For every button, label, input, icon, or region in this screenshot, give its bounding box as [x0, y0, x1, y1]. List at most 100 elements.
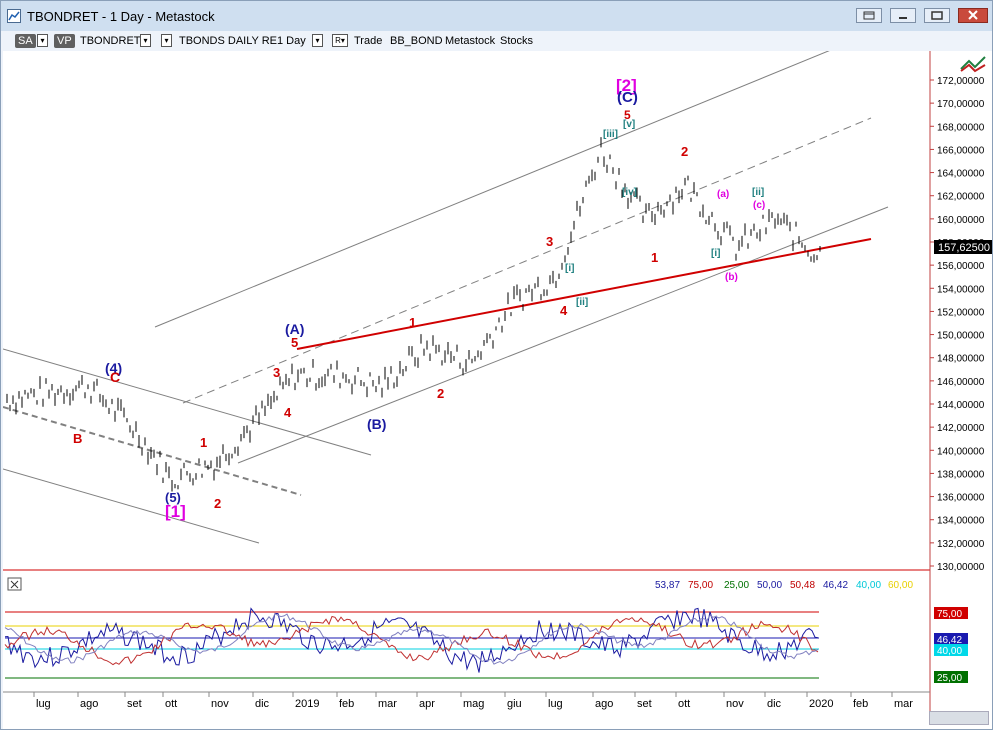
time-tick-label: dic [767, 698, 782, 710]
indicator-legend-value: 50,00 [757, 580, 782, 591]
time-tick-label: lug [548, 698, 563, 710]
price-tick-label: 138,00000 [937, 469, 985, 480]
wave-label: [ii] [576, 297, 588, 308]
wave-label: 5 [291, 335, 298, 350]
price-tick-label: 156,00000 [937, 261, 985, 272]
time-tick-label: set [127, 698, 142, 710]
wave-label: [v] [623, 119, 635, 130]
price-tick-label: 160,00000 [937, 215, 985, 226]
period-dropdown[interactable]: ▾ [312, 34, 323, 47]
time-tick-label: nov [211, 698, 229, 710]
restore-layout-button[interactable] [856, 8, 882, 23]
indicator-axis-label: 25,00 [937, 673, 962, 684]
wave-labels: (4)CB 1(5)[1] 2(A)534(B)123[i]4[ii][2](C)5… [73, 76, 765, 521]
price-tick-label: 154,00000 [937, 284, 985, 295]
time-tick-label: mar [378, 698, 397, 710]
wave-label: 2 [214, 496, 221, 511]
time-tick-label: feb [339, 698, 354, 710]
wave-label: [1] [165, 502, 186, 521]
price-tick-label: 166,00000 [937, 145, 985, 156]
wave-label: B [73, 431, 82, 446]
trend-tool-icon[interactable] [960, 56, 986, 73]
wave-label: 2 [437, 386, 444, 401]
time-tick-label: lug [36, 698, 51, 710]
wave-label: (C) [617, 89, 638, 106]
price-tick-label: 142,00000 [937, 423, 985, 434]
price-tick-label: 136,00000 [937, 493, 985, 504]
indicator-legend-value: 60,00 [888, 580, 913, 591]
sa-dropdown[interactable]: ▾ [37, 34, 48, 47]
chart-toolbar: SA ▾ VP TBONDRET ▾ ▾ TBONDS DAILY RE 1 D… [1, 31, 992, 51]
wave-label: 4 [284, 405, 292, 420]
channel-lower-line [237, 206, 889, 464]
horizontal-scrollbar[interactable] [929, 711, 989, 725]
price-tick-label: 148,00000 [937, 354, 985, 365]
wave-label: 4 [560, 303, 568, 318]
price-tick-label: 164,00000 [937, 169, 985, 180]
price-tick-label: 134,00000 [937, 516, 985, 527]
close-icon [968, 10, 978, 20]
wave-label: 2 [681, 144, 688, 159]
time-tick-label: ott [165, 698, 177, 710]
chart-area[interactable]: (4) C B 1 (5) [1] 2 (A) 5 3 4 (B) 1 2 3 [i] 4 [ii] [2] (C) 5… [2, 44, 992, 729]
period-label: 1 Day [277, 35, 306, 47]
price-tick-label: 172,00000 [937, 76, 985, 87]
wave-label: [ii] [752, 187, 764, 198]
oscillator-lines [4, 607, 819, 673]
wave-label: 1 [200, 435, 207, 450]
wave-label: (b) [725, 272, 738, 283]
time-tick-label: ago [595, 698, 613, 710]
symbol-label: TBONDRET [80, 35, 141, 47]
price-tick-label: 162,00000 [937, 192, 985, 203]
price-tick-label: 130,00000 [937, 562, 985, 573]
sa-button[interactable]: SA [15, 34, 36, 48]
maximize-icon [931, 11, 943, 20]
indicator-legend-value: 75,00 [688, 580, 713, 591]
security-name: TBONDS DAILY RE [179, 35, 278, 47]
time-tick-label: mag [463, 698, 484, 710]
wave-label: 1 [409, 315, 416, 330]
price-tick-label: 132,00000 [937, 539, 985, 550]
time-tick-label: ott [678, 698, 690, 710]
close-button[interactable] [958, 8, 988, 23]
indicator-legend-value: 40,00 [856, 580, 881, 591]
wave-label: [i] [565, 263, 574, 274]
time-tick-label: giu [507, 698, 522, 710]
time-axis: lug ago set ott nov dic 2019 feb mar apr mag giu lug… [33, 692, 913, 710]
price-tick-label: 146,00000 [937, 377, 985, 388]
wave-label: (B) [367, 416, 386, 432]
wave-label: 3 [546, 234, 553, 249]
time-tick-label: dic [255, 698, 270, 710]
symbol-dropdown[interactable]: ▾ [140, 34, 151, 47]
wave-label: [iii] [603, 129, 618, 140]
trade-dropdown[interactable]: R▾ [332, 34, 348, 47]
indicator-legend-value: 25,00 [724, 580, 749, 591]
indicator-axis-label: 75,00 [937, 609, 962, 620]
time-tick-label: set [637, 698, 652, 710]
price-tick-label: 152,00000 [937, 307, 985, 318]
wave-label: [iv] [622, 187, 637, 198]
indicator-axis: 75,0046,4240,0025,00 [934, 607, 968, 684]
time-tick-label: feb [853, 698, 868, 710]
vp-button[interactable]: VP [54, 34, 75, 48]
security-dropdown[interactable]: ▾ [161, 34, 172, 47]
expert-label: BB_BOND [390, 35, 443, 47]
indicator-legend-value: 53,87 [655, 580, 680, 591]
price-tick-label: 150,00000 [937, 331, 985, 342]
price-tick-label: 144,00000 [937, 400, 985, 411]
maximize-button[interactable] [924, 8, 950, 23]
time-tick-label: nov [726, 698, 744, 710]
minimize-button[interactable] [890, 8, 916, 23]
metastock-window: TBONDRET - 1 Day - Metastock SA ▾ VP TBO… [0, 0, 993, 730]
wave-label: (a) [717, 189, 729, 200]
wave-label: C [110, 369, 120, 385]
trade-label: Trade [354, 35, 383, 47]
window-title: TBONDRET - 1 Day - Metastock [27, 9, 215, 24]
oscillator-line [4, 615, 819, 666]
oscillator-line [4, 607, 819, 673]
time-tick-label: 2020 [809, 698, 833, 710]
price-tick-label: 170,00000 [937, 99, 985, 110]
channel-mid-line [182, 117, 872, 404]
chart-canvas[interactable]: (4)CB 1(5)[1] 2(A)534(B)123[i]4[ii][2](C)5… [2, 44, 992, 729]
time-tick-label: ago [80, 698, 98, 710]
